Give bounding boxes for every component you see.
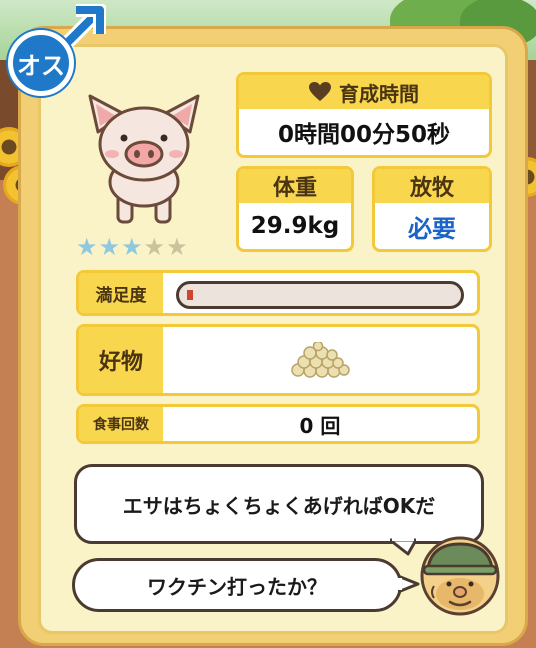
satisfaction-label: 満足度 (79, 273, 163, 313)
satisfaction-meter (176, 281, 464, 309)
feed-pile-icon (291, 342, 350, 378)
rating-stars: ★ ★ ★ ★ ★ (76, 234, 188, 260)
growth-time-box: 育成時間 0時間00分50秒 (236, 72, 492, 158)
growth-time-header: 育成時間 (239, 75, 489, 109)
weight-label: 体重 (239, 169, 351, 203)
growth-time-label: 育成時間 (339, 81, 419, 106)
heart-icon (309, 82, 331, 101)
speech-bubble-tail (390, 538, 416, 556)
star-icon: ★ (143, 233, 166, 261)
grazing-box: 放牧 必要 (372, 166, 492, 252)
speech-text-question: ワクチン打ったか？ (147, 574, 327, 599)
speech-text-tip: エサはちょくちょくあげればOKだ (122, 493, 436, 518)
star-icon: ★ (98, 233, 121, 261)
meal-count-label: 食事回数 (79, 407, 163, 441)
favorite-food-row: 好物 (76, 324, 480, 396)
speech-bubble-tail (398, 574, 420, 594)
gender-badge: オス (6, 2, 106, 98)
favorite-food-label: 好物 (79, 327, 163, 393)
gender-label: オス (8, 30, 74, 96)
grazing-value: 必要 (408, 214, 456, 243)
satisfaction-meter-fill (187, 290, 193, 300)
meal-count-row: 食事回数 0 回 (76, 404, 480, 444)
farmer-face-icon (420, 536, 500, 616)
pig-icon (88, 94, 200, 224)
star-icon: ★ (121, 233, 143, 261)
weight-box: 体重 29.9kg (236, 166, 354, 252)
weight-value: 29.9kg (250, 213, 340, 239)
star-icon: ★ (166, 233, 188, 261)
speech-bubble-question: ワクチン打ったか？ (72, 558, 402, 612)
star-icon: ★ (76, 233, 98, 261)
growth-time-value: 0時間00分50秒 (277, 122, 451, 148)
meal-count-value: 0 回 (299, 413, 341, 438)
speech-bubble-tip: エサはちょくちょくあげればOKだ (74, 464, 484, 544)
grazing-label: 放牧 (375, 169, 489, 203)
